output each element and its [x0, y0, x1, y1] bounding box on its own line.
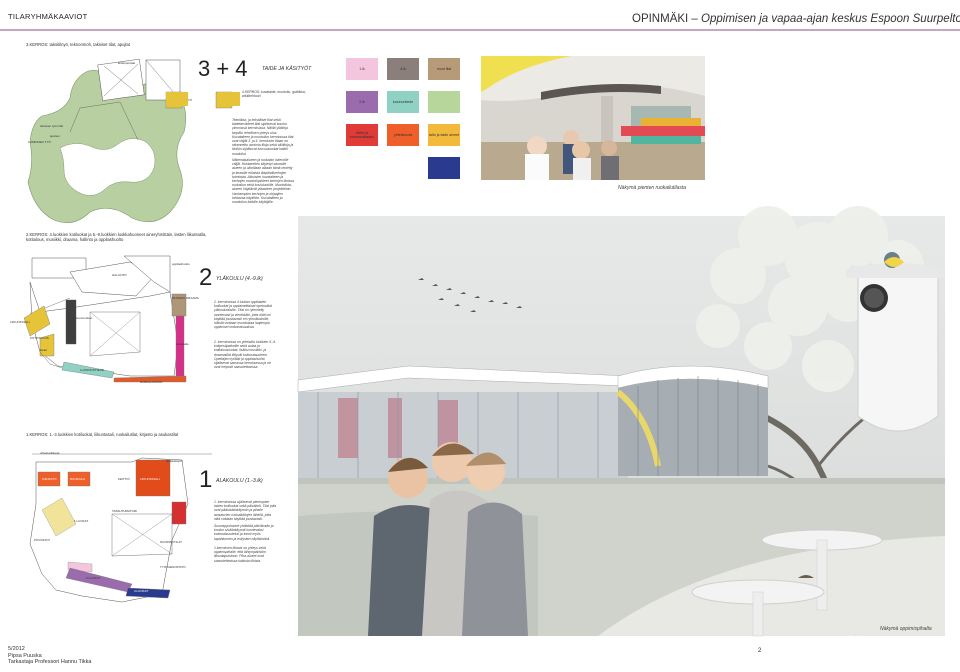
- plan3-yellow-block-b: [218, 92, 240, 106]
- plan1-label-10: TYÖVÄENOPISTO: [160, 565, 186, 569]
- plan2-label-2: MUSIIKKI DRAAMA: [172, 296, 199, 300]
- plan3-label-0: kirkkoportaat: [118, 61, 136, 65]
- courtyard-caption: Näkymä oppimispihalta: [880, 626, 932, 632]
- swatch-6: kielet ja kommunikaatio: [346, 124, 378, 146]
- floor1-plan-title: 1.KERROS: 1.-3.luokkien kotiluokat, liik…: [26, 432, 179, 437]
- floor3-title: TAIDE JA KÄSITYÖT: [262, 66, 312, 72]
- footer-supervisor: Tarkastaja Professori Hannu Tikka: [8, 659, 92, 665]
- plan1-label-12: sisäänkäynti: [166, 459, 183, 463]
- floor2-paragraph-1: 2. kerroksessa 4.luokan oppilaiden kotil…: [214, 300, 272, 330]
- swatch-9: [428, 157, 460, 179]
- swatch-5: [428, 91, 460, 113]
- floor2-plan-title: 2.KERROS: 4.luokkien kotiluokat ja 5.-9.…: [26, 232, 207, 242]
- dining-hall-image: [481, 56, 705, 180]
- plan2-label-6: ROBOLUOKKAT: [140, 380, 163, 384]
- plan3-label-5: LOMINNEN TYÖ: [28, 140, 51, 144]
- plan2-label-9: kuvataide: [176, 342, 189, 346]
- plan1-label-6: 3.LUOKAT: [134, 589, 149, 593]
- plan1-label-9: NUORISOTILAT: [160, 540, 182, 544]
- plan2-label-8: kielet: [40, 348, 48, 352]
- floor3-number: 3 + 4: [198, 56, 248, 81]
- swatch-1: 4.lk: [387, 58, 419, 80]
- floor1-title: ALAKOULU (1.-3.lk): [216, 478, 263, 484]
- plan1-label-1: RUOKAILU: [70, 477, 86, 481]
- plan1-label-3: LIIKUNTASALI: [140, 477, 160, 481]
- page-left-title: TILARYHMÄKAAVIOT: [8, 12, 88, 21]
- plan2-label-0: HALLINTO: [112, 273, 127, 277]
- plan3-label-3: teknisen työn tilat: [40, 124, 64, 128]
- plan1-label-8: TAPAHTUMATORI: [112, 509, 137, 513]
- floor2-floorplan: [23, 255, 187, 383]
- page-main-title: OPINMÄKI – Oppimisen ja vapaa-ajan kesku…: [632, 13, 960, 25]
- plan2-label-5: LUONNONTIEDE: [80, 368, 104, 372]
- plan1-label-11: urheiluvälineet: [40, 451, 60, 455]
- swatch-8: taito ja taide aineet: [428, 124, 460, 146]
- floor1-paragraph-2: Suurrappuhuone yhdistää päiväkodin ja ko…: [214, 524, 274, 541]
- floor1-number: 1: [199, 466, 213, 493]
- footer-credits: 5/2012 Pipsa Puuska Tarkastaja Professor…: [8, 646, 91, 666]
- page-number: 2: [758, 648, 762, 654]
- plan3-label-4: apuiset: [50, 134, 60, 138]
- plan1-label-0: KIRJASTO: [42, 477, 57, 481]
- dining-hall-caption: Näkymä pienten ruokailutilasta: [618, 185, 687, 191]
- swatch-4: luonnontiede: [387, 91, 419, 113]
- plan2-label-3: KOTITALOUS: [30, 336, 49, 340]
- floor1-paragraph-1: 1. kerroksessa sijaitsevat pienimpien la…: [214, 500, 277, 521]
- floor3-subtitle: 4.KERROS: kuvataide, muotoilu, grafiikka…: [242, 90, 306, 99]
- plan1-label-7: PÄIVÄKOTI: [34, 538, 50, 542]
- floor2-number: 2: [199, 264, 213, 291]
- plan1-label-4: 1.LUOKAT: [74, 519, 89, 523]
- plan2-label-7: luonnontieto: [76, 316, 93, 320]
- header-rule: [0, 29, 960, 31]
- floor2-title: YLÄKOULU (4.-9.lk): [216, 276, 263, 282]
- swatch-7: yhteiskunta: [387, 124, 419, 146]
- floor3-plan-title: 3.KERROS: taksitilnyö, teknonmoh, taksis…: [26, 42, 131, 47]
- floor1-floorplan: [29, 453, 212, 603]
- plan3-yellow-block-a: [166, 92, 188, 106]
- floor1-paragraph-3: 1.kerroksen tiloista on yhteys sekä oppi…: [214, 546, 266, 563]
- floor3-paragraph-2: Näkemäsalueen ja ruokalan lokeroille väl…: [232, 158, 295, 205]
- floor2-paragraph-2: 2. kerroksessa on yhteistila luokkien 5.…: [214, 340, 277, 370]
- plan2-label-4: LIIKUNTASALI: [10, 320, 30, 324]
- swatch-0: 1.lk: [346, 58, 378, 80]
- courtyard-render-image: [297, 206, 945, 637]
- swatch-2: muut tilat: [428, 58, 460, 80]
- title-main: OPINMÄKI –: [632, 13, 702, 25]
- floor3-paragraph-1: Tekniikka- ja tekstiiliset tilat sekä ta…: [232, 118, 294, 156]
- title-subtitle: Oppimisen ja vapaa-ajan keskus Espoon Su…: [701, 13, 960, 25]
- swatch-3: 2.lk: [346, 91, 378, 113]
- plan1-label-2: KEITTIÖ: [118, 477, 130, 481]
- plan1-label-5: 2.LUOKAT: [86, 576, 101, 580]
- plan2-label-1: oppilashuolto: [172, 262, 190, 266]
